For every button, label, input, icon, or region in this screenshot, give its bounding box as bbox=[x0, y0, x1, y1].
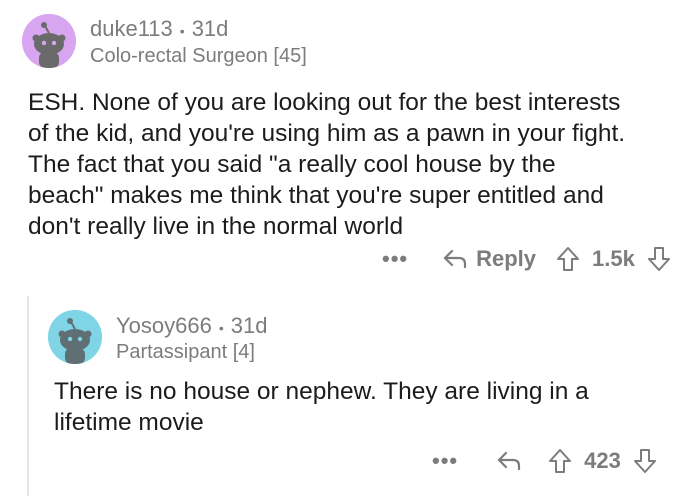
meta-separator: • bbox=[218, 320, 224, 336]
comment-body-line: lifetime movie bbox=[54, 409, 204, 436]
reply-button[interactable]: Reply bbox=[442, 246, 536, 272]
comment-body-line: The fact that you said "a really cool ho… bbox=[28, 151, 556, 178]
meta-separator: • bbox=[179, 23, 185, 39]
comment-actions: ••• 423 bbox=[432, 446, 657, 476]
comment-actions: ••• Reply 1.5k bbox=[382, 244, 671, 274]
user-flair: Partassipant [4] bbox=[116, 341, 255, 363]
upvote-icon[interactable] bbox=[548, 448, 572, 474]
reply-arrow-icon[interactable] bbox=[496, 450, 522, 472]
reddit-avatar-icon bbox=[48, 310, 102, 364]
reply-label: Reply bbox=[476, 246, 537, 271]
comment-body: There is no house or nephew. They are li… bbox=[54, 376, 684, 438]
comment-body-line: ESH. None of you are looking out for the… bbox=[28, 89, 621, 116]
more-icon[interactable]: ••• bbox=[432, 448, 458, 474]
comment-body-line: of the kid, and you're using him as a pa… bbox=[28, 120, 626, 147]
timestamp: 31d bbox=[230, 313, 268, 338]
comment-body-line: beach" makes me think that you're super … bbox=[28, 182, 604, 209]
thread-line[interactable] bbox=[27, 296, 29, 496]
vote-score: 1.5k bbox=[592, 246, 635, 271]
avatar[interactable] bbox=[48, 310, 102, 364]
username[interactable]: Yosoy666 bbox=[116, 313, 212, 339]
username[interactable]: duke113 bbox=[90, 16, 173, 42]
comment-body-line: don't really live in the normal world bbox=[28, 213, 404, 240]
vote-score: 423 bbox=[584, 448, 621, 473]
comment-body-line: There is no house or nephew. They are li… bbox=[54, 378, 589, 405]
downvote-icon[interactable] bbox=[633, 448, 657, 474]
downvote-icon[interactable] bbox=[647, 246, 671, 272]
avatar[interactable] bbox=[22, 14, 76, 68]
reply-arrow-icon bbox=[444, 249, 467, 269]
more-icon[interactable]: ••• bbox=[382, 246, 408, 272]
timestamp: 31d bbox=[191, 16, 229, 41]
user-flair: Colo-rectal Surgeon [45] bbox=[90, 45, 307, 67]
reddit-avatar-icon bbox=[22, 14, 76, 68]
upvote-icon[interactable] bbox=[556, 246, 580, 272]
comment-body: ESH. None of you are looking out for the… bbox=[28, 87, 688, 242]
